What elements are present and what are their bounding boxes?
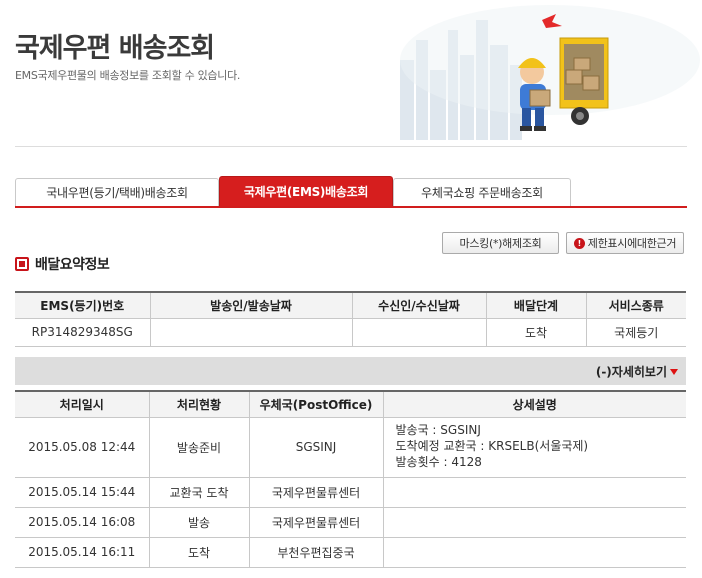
restriction-info-button[interactable]: ! 제한표시에대한근거 xyxy=(566,232,684,254)
summary-header-row: EMS(등기)번호 발송인/발송날짜 수신인/수신날짜 배달단계 서비스종류 xyxy=(15,291,686,319)
restriction-info-label: 제한표시에대한근거 xyxy=(587,237,677,250)
datetime: 2015.05.14 16:11 xyxy=(15,536,150,568)
description xyxy=(382,476,686,508)
status: 발송 xyxy=(148,506,250,538)
info-icon: ! xyxy=(573,237,585,249)
description-line: 발송횟수 : 4128 xyxy=(395,454,482,469)
summary-section-title: 배달요약정보 xyxy=(35,257,110,273)
detail-toggle-button[interactable]: (-)자세히보기 xyxy=(596,363,678,380)
status: 도착 xyxy=(148,536,250,568)
delivery-illustration xyxy=(400,5,700,140)
delivery-stage: 도착 xyxy=(485,317,587,347)
sender xyxy=(149,317,353,347)
page-title: 국제우편 배송조회 xyxy=(15,33,215,64)
col-datetime: 처리일시 xyxy=(15,390,150,418)
header-divider xyxy=(15,146,687,147)
service-type: 국제등기 xyxy=(585,317,686,347)
section-bullet-icon xyxy=(15,257,29,271)
col-description: 상세설명 xyxy=(382,390,686,418)
arrow-down-icon xyxy=(670,368,678,375)
masking-release-button[interactable]: 마스킹(*)해제조회 xyxy=(442,232,559,254)
page-header: 국제우편 배송조회 EMS국제우편물의 배송정보를 조회할 수 있습니다. xyxy=(0,0,702,150)
col-receiver: 수신인/수신날짜 xyxy=(351,291,487,319)
table-row: 2015.05.14 15:44 교환국 도착 국제우편물류센터 xyxy=(15,476,686,508)
table-row: RP314829348SG 도착 국제등기 xyxy=(15,317,686,347)
col-status: 처리현황 xyxy=(148,390,250,418)
detail-toggle-bar: (-)자세히보기 xyxy=(15,357,686,385)
page-subtitle: EMS국제우편물의 배송정보를 조회할 수 있습니다. xyxy=(15,69,241,82)
post-office: SGSINJ xyxy=(248,416,384,478)
detail-toggle-label: (-)자세히보기 xyxy=(595,365,667,379)
col-ems-number: EMS(등기)번호 xyxy=(15,291,151,319)
datetime: 2015.05.14 16:08 xyxy=(15,506,150,538)
table-row: 2015.05.14 16:08 발송 국제우편물류센터 xyxy=(15,506,686,538)
tab-postal-shopping[interactable]: 우체국쇼핑 주문배송조회 xyxy=(393,178,571,206)
col-post-office: 우체국(PostOffice) xyxy=(248,390,384,418)
datetime: 2015.05.14 15:44 xyxy=(15,476,150,508)
status: 발송준비 xyxy=(148,416,250,478)
tab-bar: 국내우편(등기/택배)배송조회 국제우편(EMS)배송조회 우체국쇼핑 주문배송… xyxy=(15,176,687,208)
detail-table: 처리일시 처리현황 우체국(PostOffice) 상세설명 2015.05.0… xyxy=(15,390,686,568)
description: 발송국 : SGSINJ 도착예정 교환국 : KRSELB(서울국제) 발송횟… xyxy=(382,416,686,478)
post-office: 부천우편집중국 xyxy=(248,536,384,568)
col-delivery-stage: 배달단계 xyxy=(485,291,587,319)
status: 교환국 도착 xyxy=(148,476,250,508)
post-office: 국제우편물류센터 xyxy=(248,506,384,538)
table-row: 2015.05.14 16:11 도착 부천우편집중국 xyxy=(15,536,686,568)
description xyxy=(382,536,686,568)
detail-header-row: 처리일시 처리현황 우체국(PostOffice) 상세설명 xyxy=(15,390,686,418)
description xyxy=(382,506,686,538)
receiver xyxy=(351,317,487,347)
table-row: 2015.05.08 12:44 발송준비 SGSINJ 발송국 : SGSIN… xyxy=(15,416,686,478)
col-sender: 발송인/발송날짜 xyxy=(149,291,353,319)
datetime: 2015.05.08 12:44 xyxy=(15,416,150,478)
col-service-type: 서비스종류 xyxy=(585,291,686,319)
ems-number: RP314829348SG xyxy=(15,317,151,347)
summary-table: EMS(등기)번호 발송인/발송날짜 수신인/수신날짜 배달단계 서비스종류 R… xyxy=(15,291,686,347)
tab-international-ems[interactable]: 국제우편(EMS)배송조회 xyxy=(219,176,393,206)
tab-domestic[interactable]: 국내우편(등기/택배)배송조회 xyxy=(15,178,219,206)
summary-section-header: 배달요약정보 xyxy=(15,254,110,274)
description-line: 발송국 : SGSINJ xyxy=(395,422,481,437)
post-office: 국제우편물류센터 xyxy=(248,476,384,508)
description-line: 도착예정 교환국 : KRSELB(서울국제) xyxy=(395,438,589,453)
